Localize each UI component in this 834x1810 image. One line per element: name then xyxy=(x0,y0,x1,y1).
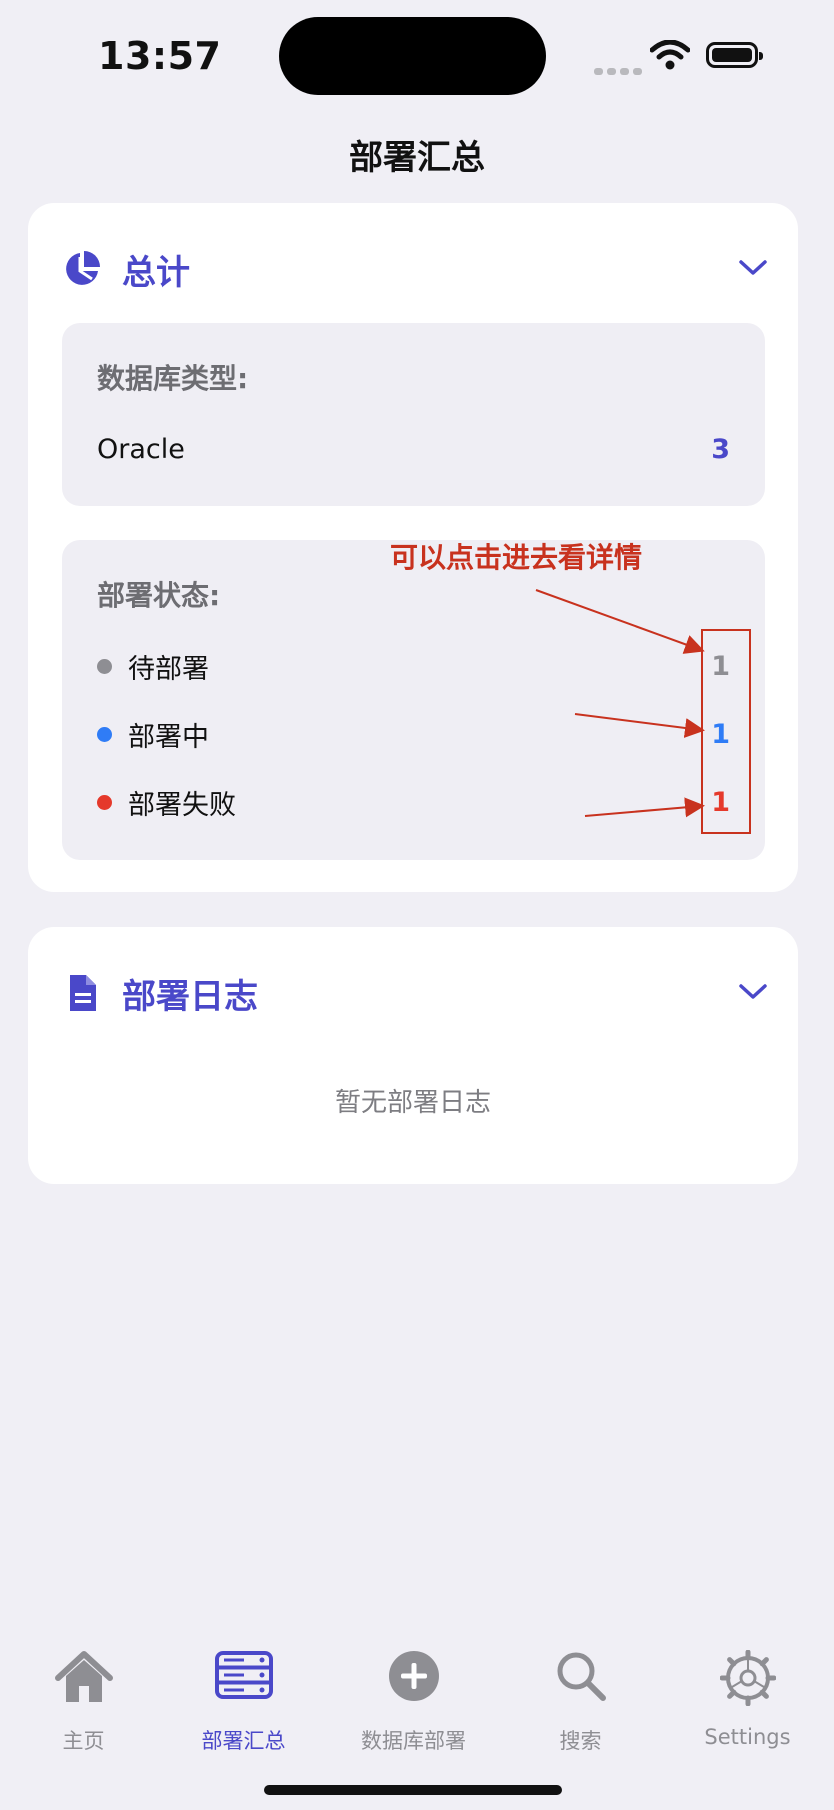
empty-log-message: 暂无部署日志 xyxy=(334,1088,491,1118)
status-name: 部署中 xyxy=(128,721,209,753)
battery-icon xyxy=(706,42,763,68)
tab-deploy-summary[interactable]: 部署汇总 xyxy=(160,1630,327,1753)
chevron-down-icon[interactable] xyxy=(738,982,768,1002)
deploy-log-header[interactable]: 部署日志 xyxy=(62,971,258,1017)
tab-search[interactable]: 搜索 xyxy=(497,1630,664,1753)
deploy-log-card: 部署日志 暂无部署日志 xyxy=(28,927,798,1184)
summary-title: 总计 xyxy=(122,252,190,293)
db-type-row[interactable]: Oracle 3 xyxy=(97,429,730,469)
db-type-section: 数据库类型: Oracle 3 xyxy=(62,323,765,506)
page-title: 部署汇总 xyxy=(349,138,485,178)
house-icon xyxy=(54,1651,113,1702)
status-dot-red xyxy=(97,794,112,810)
deploy-status-section: 部署状态: 待部署 1 部署中 1 部署失败 1 xyxy=(62,540,765,860)
cellular-signal-icon xyxy=(594,60,646,79)
plus-circle-icon xyxy=(388,1651,439,1701)
tab-label: Settings xyxy=(704,1725,791,1749)
db-type-count: 3 xyxy=(711,433,730,465)
tab-label: 主页 xyxy=(62,1729,105,1753)
document-icon xyxy=(70,975,96,1011)
tab-home[interactable]: 主页 xyxy=(0,1630,167,1753)
status-count[interactable]: 1 xyxy=(711,719,730,750)
tab-database-deploy[interactable]: 数据库部署 xyxy=(330,1630,497,1753)
status-row-deploying[interactable]: 部署中 1 xyxy=(97,714,730,754)
tab-settings[interactable]: Settings xyxy=(664,1630,831,1750)
status-count[interactable]: 1 xyxy=(711,787,730,818)
home-indicator[interactable] xyxy=(264,1785,562,1795)
status-row-failed[interactable]: 部署失败 1 xyxy=(97,782,730,822)
magnifier-icon xyxy=(557,1652,606,1701)
status-row-pending[interactable]: 待部署 1 xyxy=(97,646,730,686)
gear-icon xyxy=(719,1650,776,1706)
status-bar: 13:57 xyxy=(0,0,834,110)
tab-label: 部署汇总 xyxy=(201,1729,286,1753)
summary-header[interactable]: 总计 xyxy=(62,247,190,293)
tab-label: 数据库部署 xyxy=(361,1729,466,1753)
wifi-icon xyxy=(650,40,690,70)
db-type-name: Oracle xyxy=(97,433,185,465)
status-dot-blue xyxy=(97,726,112,742)
clock: 13:57 xyxy=(98,34,222,78)
status-name: 待部署 xyxy=(128,653,209,685)
db-type-label: 数据库类型: xyxy=(97,362,249,395)
status-name: 部署失败 xyxy=(128,789,236,821)
server-stack-icon xyxy=(214,1651,273,1699)
status-dot-gray xyxy=(97,658,112,674)
status-count[interactable]: 1 xyxy=(711,651,730,682)
deploy-log-title: 部署日志 xyxy=(122,976,258,1017)
tab-bar: 主页 部署汇总 数据库部署 搜索 Settings xyxy=(0,1630,834,1810)
chevron-down-icon[interactable] xyxy=(738,258,768,278)
deploy-status-label: 部署状态: xyxy=(97,579,221,612)
dynamic-island xyxy=(279,17,546,95)
tab-label: 搜索 xyxy=(559,1729,602,1753)
pie-chart-icon xyxy=(66,251,100,285)
annotation-note: 可以点击进去看详情 xyxy=(390,541,643,574)
